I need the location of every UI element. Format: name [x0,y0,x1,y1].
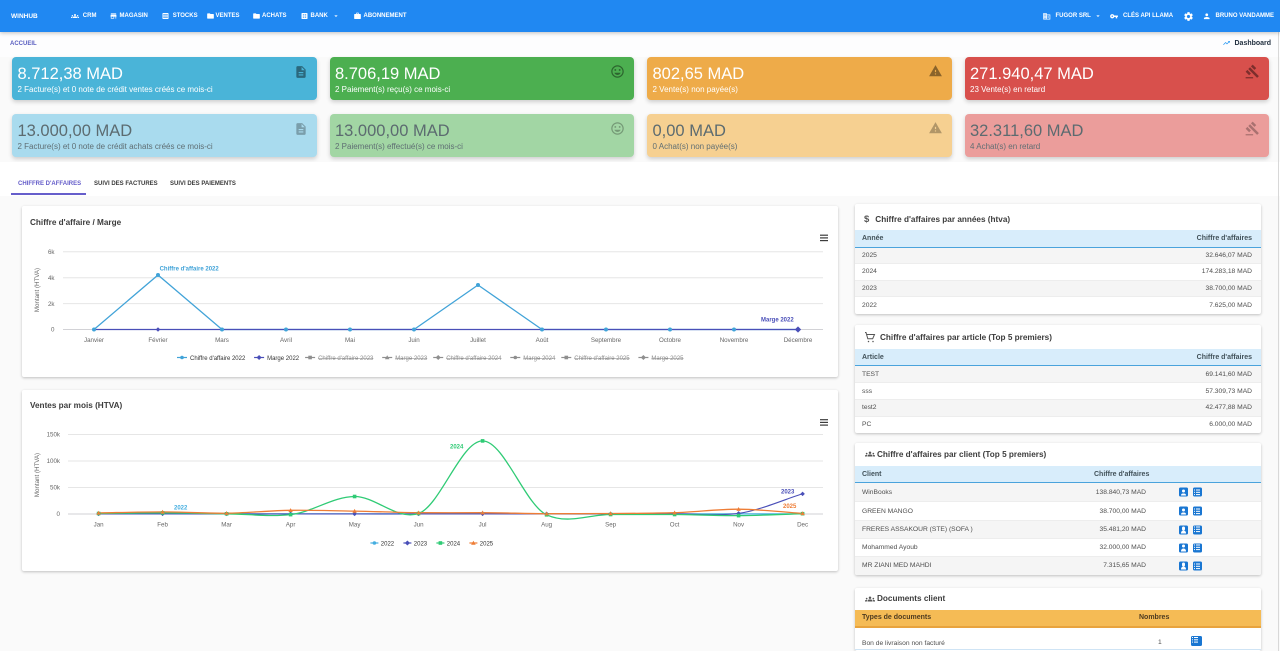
svg-text:Chiffre d'affaire 2022: Chiffre d'affaire 2022 [190,356,246,362]
svg-text:Février: Février [148,337,167,344]
svg-text:Marge 2022: Marge 2022 [267,356,300,362]
svg-text:Mars: Mars [215,337,229,344]
svg-text:0: 0 [57,511,61,518]
svg-text:Novembre: Novembre [720,337,749,344]
svg-text:Montant (HTVA): Montant (HTVA) [34,268,41,312]
svg-text:Marge 2025: Marge 2025 [651,356,684,362]
svg-text:0: 0 [51,327,55,334]
svg-text:Mai: Mai [345,337,355,344]
svg-text:Décembre: Décembre [784,337,813,344]
svg-text:2023: 2023 [781,490,795,496]
svg-text:Nov: Nov [733,522,745,529]
svg-text:Juillet: Juillet [470,337,486,344]
svg-text:Mar: Mar [221,522,232,529]
svg-text:Jul: Jul [479,522,487,529]
svg-text:2025: 2025 [480,542,494,548]
svg-text:Jun: Jun [414,522,425,529]
svg-text:Oct: Oct [670,522,680,529]
svg-text:Chiffre d'affaire / Marge: Chiffre d'affaire / Marge [30,218,122,227]
svg-text:4k: 4k [48,275,55,282]
svg-text:Octobre: Octobre [659,337,682,344]
svg-text:Sep: Sep [605,522,617,529]
svg-text:Avril: Avril [280,337,292,344]
svg-text:150k: 150k [47,432,61,439]
svg-text:2024: 2024 [447,542,461,548]
svg-text:Juin: Juin [408,337,420,344]
svg-text:Aug: Aug [541,522,553,529]
svg-text:Apr: Apr [286,522,296,529]
svg-text:Feb: Feb [157,522,168,529]
svg-text:Janvier: Janvier [84,337,104,344]
svg-text:Chiffre d'affaire 2024: Chiffre d'affaire 2024 [446,356,502,362]
svg-text:Marge 2023: Marge 2023 [395,356,428,362]
svg-text:Chiffre d'affaire 2022: Chiffre d'affaire 2022 [160,267,220,273]
svg-text:Chiffre d'affaire 2023: Chiffre d'affaire 2023 [318,356,374,362]
svg-text:2025: 2025 [783,504,797,510]
svg-text:May: May [349,522,362,529]
svg-text:Montant (HTVA): Montant (HTVA) [34,453,41,497]
svg-text:2022: 2022 [381,542,395,548]
svg-text:Jan: Jan [94,522,105,529]
svg-text:Septembre: Septembre [591,337,622,344]
svg-text:Ventes par mois (HTVA): Ventes par mois (HTVA) [30,401,122,410]
svg-text:Marge 2024: Marge 2024 [523,356,556,362]
svg-text:2023: 2023 [414,542,428,548]
svg-text:2022: 2022 [174,506,188,512]
svg-text:Marge 2022: Marge 2022 [761,318,794,324]
svg-text:2024: 2024 [450,445,464,451]
svg-text:Dec: Dec [797,522,808,529]
svg-text:Chiffre d'affaire 2025: Chiffre d'affaire 2025 [574,356,630,362]
svg-text:2k: 2k [48,301,55,308]
svg-text:50k: 50k [50,485,61,492]
svg-text:6k: 6k [48,249,55,256]
svg-text:Août: Août [536,337,549,344]
svg-text:100k: 100k [47,458,61,465]
